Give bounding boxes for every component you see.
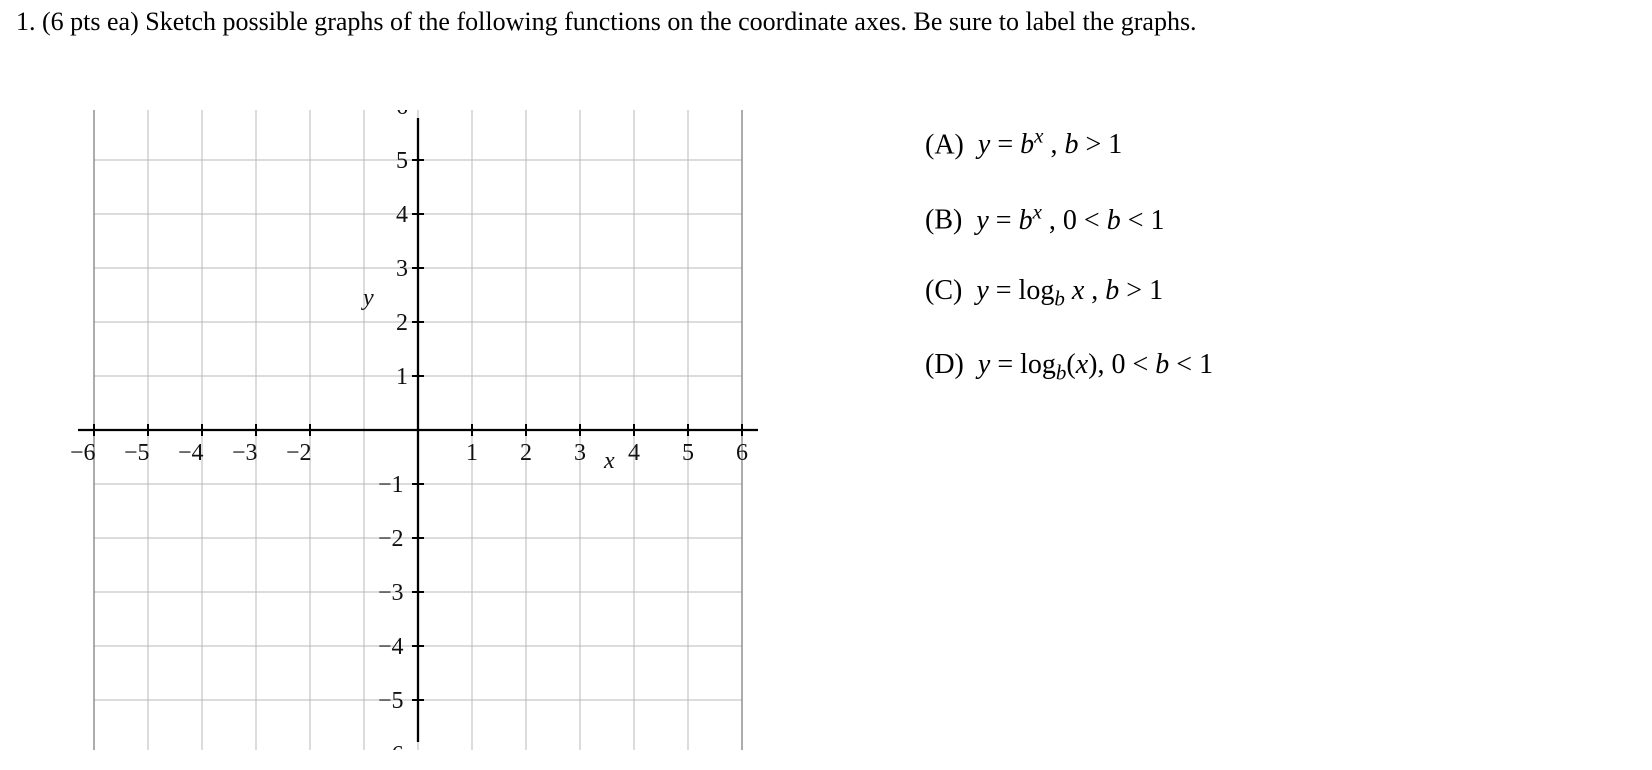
- x-tick-label: 6: [736, 440, 748, 466]
- y-axis-label: y: [361, 285, 374, 311]
- y-tick-label: −4: [378, 634, 404, 660]
- y-tick-label: −6: [378, 742, 404, 750]
- y-tick-label: 5: [396, 148, 408, 174]
- y-tick-label: −3: [378, 580, 404, 606]
- x-tick-label: 4: [628, 440, 640, 466]
- x-tick-label: 1: [466, 440, 478, 466]
- x-tick-label: −2: [286, 440, 312, 466]
- y-tick-label: −2: [378, 526, 404, 552]
- x-tick-label: −4: [178, 440, 204, 466]
- x-tick-label: 3: [574, 440, 586, 466]
- option-b-letter: (B): [925, 205, 962, 236]
- y-tick-label: 4: [396, 202, 408, 228]
- question-prompt: Sketch possible graphs of the following …: [145, 7, 1196, 36]
- x-tick-label: −6: [70, 440, 96, 466]
- option-a-letter: (A): [925, 129, 964, 160]
- y-tick-label: 3: [396, 256, 408, 282]
- question-text: 1. (6 pts ea) Sketch possible graphs of …: [16, 6, 1616, 39]
- y-tick-label: 1: [396, 364, 408, 390]
- x-tick-label: −3: [232, 440, 258, 466]
- x-tick-label: 2: [520, 440, 532, 466]
- y-tick-label: 6: [396, 110, 408, 120]
- options-list: (A) y = bx , b > 1 (B) y = bx , 0 < b < …: [925, 86, 1213, 424]
- option-c-expr: y = logb x , b > 1: [976, 275, 1163, 306]
- coordinate-axes-graph: −6 −5 −4 −3 −2 1 2 3 4 5 6 −6 −5 −4 −3 −2 −1 1 2 3 4 5 6 y x: [48, 110, 788, 757]
- option-d-letter: (D): [925, 349, 964, 380]
- y-tick-label: 2: [396, 310, 408, 336]
- option-d-expr: y = logb(x), 0 < b < 1: [978, 349, 1213, 380]
- option-c-letter: (C): [925, 275, 962, 306]
- option-b-expr: y = bx , 0 < b < 1: [976, 205, 1164, 236]
- y-tick-label: −1: [378, 472, 404, 498]
- x-tick-label: −5: [124, 440, 150, 466]
- option-a: (A) y = bx , b > 1: [925, 124, 1213, 161]
- option-a-expr: y = bx , b > 1: [978, 129, 1122, 160]
- question-points: (6 pts ea): [42, 7, 139, 36]
- question-number: 1.: [16, 7, 36, 36]
- option-b: (B) y = bx , 0 < b < 1: [925, 199, 1213, 236]
- x-axis-label: x: [603, 448, 615, 474]
- option-c: (C) y = logb x , b > 1: [925, 275, 1213, 312]
- x-tick-label: 5: [682, 440, 694, 466]
- y-tick-label: −5: [378, 688, 404, 714]
- option-d: (D) y = logb(x), 0 < b < 1: [925, 349, 1213, 386]
